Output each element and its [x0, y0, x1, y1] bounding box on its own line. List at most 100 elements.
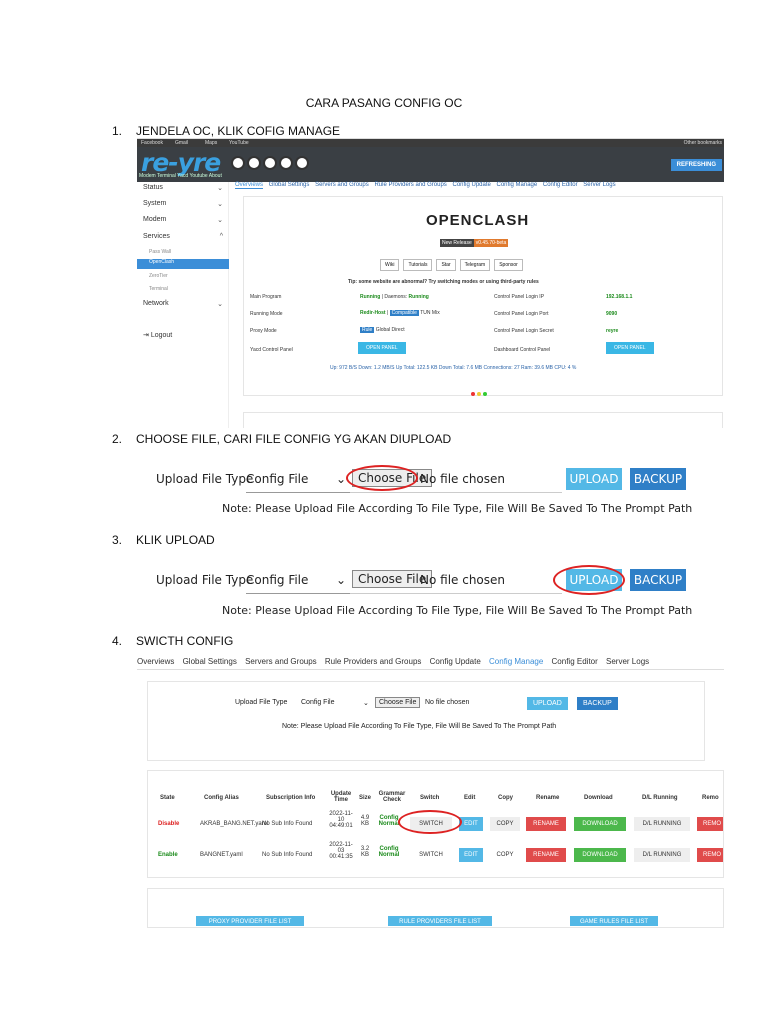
remove-button[interactable]: REMO [697, 817, 723, 831]
tab-servers-groups[interactable]: Servers and Groups [245, 657, 317, 666]
tab-servers-groups[interactable]: Servers and Groups [315, 182, 369, 188]
step-number: 1. [112, 124, 123, 138]
row-time: 2022-11-03 00:41:35 [329, 842, 353, 860]
sidebar-item-terminal[interactable]: Terminal [149, 286, 168, 292]
backup-button[interactable]: BACKUP [630, 569, 686, 591]
tab-config-manage[interactable]: Config Manage [489, 657, 543, 666]
tab-server-logs[interactable]: Server Logs [583, 182, 615, 188]
release-badge[interactable]: New Release v0.45.70-beta [440, 239, 509, 247]
file-type-select[interactable]: Config File [301, 699, 334, 706]
tutorials-button[interactable]: Tutorials [403, 259, 433, 271]
tab-global-settings[interactable]: Global Settings [183, 657, 237, 666]
sub-nav[interactable]: Modem Terminal Yacd Youtube About [139, 173, 222, 179]
proxy-provider-list-button[interactable]: PROXY PROVIDER FILE LIST [196, 916, 304, 926]
sidebar-item-services[interactable]: Services ^ [143, 233, 223, 240]
star-button[interactable]: Star [436, 259, 456, 271]
upload-note: Note: Please Upload File According To Fi… [222, 502, 693, 515]
row-alias: AKRAB_BANG.NET.yaml [200, 821, 269, 827]
choose-file-button[interactable]: Choose File [375, 697, 421, 708]
bookmark[interactable]: Gmail [175, 139, 188, 147]
upload-button[interactable]: UPLOAD [527, 697, 568, 710]
tab-rule-providers[interactable]: Rule Providers and Groups [374, 182, 446, 188]
download-button[interactable]: DOWNLOAD [574, 817, 626, 831]
bookmark[interactable]: YouTube [229, 139, 249, 147]
running-mode-options: Redir-Host | Compatible TUN Mix [360, 310, 440, 316]
row-grammar: Config Normal [378, 846, 400, 858]
chat-icon[interactable] [263, 156, 277, 170]
tab-config-update[interactable]: Config Update [430, 657, 481, 666]
chevron-down-icon: ⌄ [217, 301, 223, 308]
step-1: 1. JENDELA OC, KLIK COFIG MANAGE [112, 124, 340, 138]
tab-rule-providers[interactable]: Rule Providers and Groups [325, 657, 422, 666]
row-alias: BANGNET.yaml [200, 852, 243, 858]
proxy-mode-options: Rule Global Direct [360, 327, 405, 333]
sidebar-item-modem[interactable]: Modem ⌄ [143, 216, 223, 224]
openclash-screenshot: Facebook Gmail Maps YouTube Other bookma… [137, 138, 724, 428]
backup-button[interactable]: BACKUP [577, 697, 618, 710]
tab-overviews[interactable]: Overviews [235, 182, 264, 189]
dashboard-label: Dashboard Control Panel [494, 347, 551, 353]
download-button[interactable]: DOWNLOAD [574, 848, 626, 862]
switch-button[interactable]: SWITCH [410, 848, 452, 862]
tab-config-update[interactable]: Config Update [452, 182, 490, 188]
tab-config-editor[interactable]: Config Editor [552, 657, 598, 666]
sidebar-item-status[interactable]: Status ⌄ [143, 184, 223, 192]
sidebar-item-openclash[interactable]: OpenClash [137, 259, 229, 269]
bookmark-other[interactable]: Other bookmarks [684, 139, 722, 147]
tab-config-manage[interactable]: Config Manage [497, 182, 538, 188]
edit-button[interactable]: EDIT [459, 817, 483, 831]
edit-button[interactable]: EDIT [459, 848, 483, 862]
backup-button[interactable]: BACKUP [630, 468, 686, 490]
dl-running-button[interactable]: D/L RUNNING [634, 848, 690, 862]
col-size: Size [359, 795, 372, 801]
power-icon[interactable] [247, 156, 261, 170]
rename-button[interactable]: RENAME [526, 817, 566, 831]
tab-overviews[interactable]: Overviews [137, 657, 174, 666]
wiki-button[interactable]: Wiki [380, 259, 400, 271]
chevron-down-icon[interactable]: ⌄ [363, 699, 369, 707]
sidebar-item-passwall[interactable]: Pass Wall [149, 249, 171, 255]
app-header: re-yre Modem Terminal Yacd Youtube About… [137, 147, 724, 182]
shirt-icon[interactable] [231, 156, 245, 170]
telegram-button[interactable]: Telegram [459, 259, 491, 271]
rule-providers-list-button[interactable]: RULE PROVIDERS FILE LIST [388, 916, 492, 926]
copy-button[interactable]: COPY [490, 817, 520, 831]
tab-config-editor[interactable]: Config Editor [543, 182, 578, 188]
tab-global-settings[interactable]: Global Settings [269, 182, 310, 188]
bookmark[interactable]: Maps [205, 139, 217, 147]
bookmark[interactable]: Facebook [141, 139, 163, 147]
rename-button[interactable]: RENAME [526, 848, 566, 862]
file-status: No file chosen [420, 573, 506, 587]
tab-bar: Overviews Global Settings Servers and Gr… [235, 182, 620, 189]
main-program-status: Running | Daemons: Running [360, 294, 429, 300]
open-yacd-button[interactable]: OPEN PANEL [358, 342, 406, 354]
sponsor-button[interactable]: Sponsor [494, 259, 523, 271]
sidebar-item-logout[interactable]: ⇥ Logout [143, 331, 223, 339]
sidebar-item-system[interactable]: System ⌄ [143, 200, 223, 208]
ball-icon[interactable] [295, 156, 309, 170]
sidebar-item-zerotier[interactable]: ZeroTier [149, 273, 168, 279]
game-rules-list-button[interactable]: GAME RULES FILE LIST [570, 916, 658, 926]
col-state: State [160, 795, 175, 801]
col-alias: Config Alias [204, 795, 239, 801]
row-state: Disable [158, 821, 180, 827]
file-underline [350, 492, 562, 493]
copy-button[interactable]: COPY [490, 848, 520, 862]
col-download: Download [584, 795, 613, 801]
row-proxy-mode: Proxy Mode [250, 328, 277, 334]
sidebar-item-network[interactable]: Network ⌄ [143, 300, 223, 308]
file-type-select[interactable]: Config File ⌄ [246, 472, 346, 486]
upload-button[interactable]: UPLOAD [566, 468, 622, 490]
secret-value: reyre [606, 328, 619, 334]
dl-running-button[interactable]: D/L RUNNING [634, 817, 690, 831]
tab-server-logs[interactable]: Server Logs [606, 657, 649, 666]
globe-icon[interactable] [279, 156, 293, 170]
file-type-select[interactable]: Config File ⌄ [246, 573, 346, 587]
chevron-down-icon: ⌄ [217, 185, 223, 192]
file-underline [350, 593, 562, 594]
open-dashboard-button[interactable]: OPEN PANEL [606, 342, 654, 354]
remove-button[interactable]: REMO [697, 848, 723, 862]
chevron-down-icon: ⌄ [335, 472, 346, 486]
row-size: 4.9 KB [360, 815, 370, 827]
col-copy: Copy [498, 795, 513, 801]
